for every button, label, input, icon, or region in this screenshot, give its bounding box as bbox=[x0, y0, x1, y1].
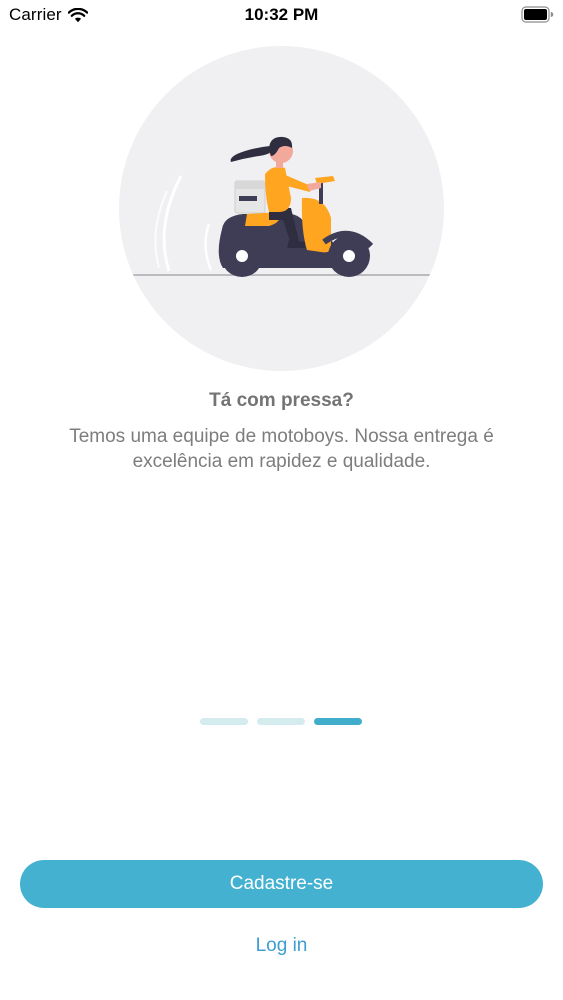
page-indicator bbox=[200, 718, 362, 725]
onboarding-screen: Carrier 10:32 PM Tá com pressa? Temos um… bbox=[0, 0, 563, 1000]
slide-description: Temos uma equipe de motoboys. Nossa entr… bbox=[69, 426, 494, 472]
signup-button[interactable]: Cadastre-se bbox=[20, 860, 543, 908]
page-indicator-dot-1[interactable] bbox=[200, 718, 248, 725]
page-indicator-dot-3-active[interactable] bbox=[314, 718, 362, 725]
slide-title: Tá com pressa? bbox=[209, 390, 354, 411]
status-bar: Carrier 10:32 PM bbox=[0, 0, 563, 30]
page-indicator-dot-2[interactable] bbox=[257, 718, 305, 725]
battery-icon bbox=[521, 6, 554, 23]
delivery-scooter-illustration bbox=[119, 46, 444, 371]
login-link[interactable]: Log in bbox=[0, 935, 563, 957]
status-time: 10:32 PM bbox=[244, 5, 319, 24]
